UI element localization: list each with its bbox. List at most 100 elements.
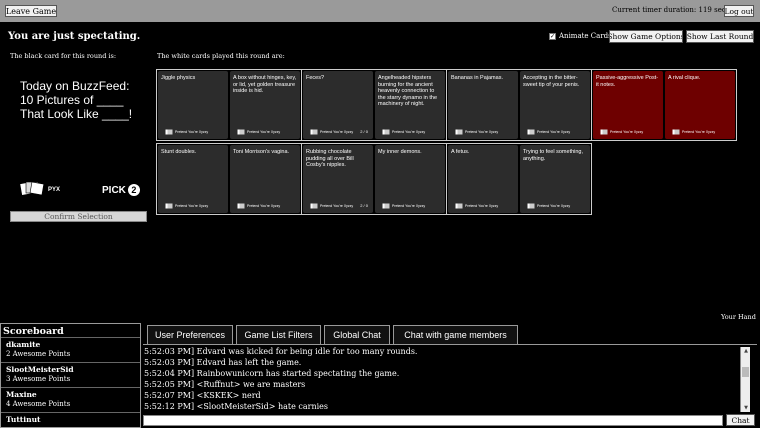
pyx-cards-icon — [310, 203, 318, 209]
black-card-line: 10 Pictures of ____ — [20, 93, 124, 107]
white-card-footer: Pretend You're Xyzzy — [527, 203, 570, 209]
chat-scrollbar[interactable]: ▲ ▼ — [740, 347, 750, 412]
black-card-label: The black card for this round is: — [10, 52, 117, 60]
tab-chat-with-game-members[interactable]: Chat with game members — [393, 325, 518, 345]
white-card-footer: Pretend You're Xyzzy — [455, 203, 498, 209]
white-card-footer: Pretend You're Xyzzy — [310, 129, 353, 135]
player-points: 3 Awesome Points — [6, 375, 71, 383]
logout-button[interactable]: Log out — [724, 5, 754, 17]
white-card-set[interactable]: Stunt doubles. Pretend You're Xyzzy Toni… — [156, 143, 302, 215]
pyx-cards-icon — [237, 203, 245, 209]
white-card-footer: Pretend You're Xyzzy — [527, 129, 570, 135]
tab-game-list-filters[interactable]: Game List Filters — [236, 325, 321, 345]
pyx-cards-icon — [237, 129, 245, 135]
white-card-brand: Pretend You're Xyzzy — [392, 204, 426, 208]
white-card-footer: Pretend You're Xyzzy — [310, 203, 353, 209]
white-card[interactable]: Passive-aggressive Post-it notes. Preten… — [593, 71, 663, 139]
chat-send-button[interactable]: Chat — [726, 414, 755, 426]
leave-game-button[interactable]: Leave Game — [5, 5, 57, 17]
show-game-options-button[interactable]: Show Game Options — [609, 30, 683, 43]
white-card-set[interactable]: A fetus. Pretend You're Xyzzy Trying to … — [446, 143, 592, 215]
white-card-meta: 2 / 0 — [360, 203, 368, 208]
white-card-brand: Pretend You're Xyzzy — [465, 130, 499, 134]
scoreboard-player: dkamite 2 Awesome Points — [1, 337, 140, 362]
chat-message: 5:52:12 PM] <SlootMeisterSid> hate carni… — [144, 402, 329, 411]
white-card-footer: Pretend You're Xyzzy — [382, 203, 425, 209]
white-card-footer: Pretend You're Xyzzy — [600, 129, 643, 135]
pyx-cards-icon — [672, 129, 680, 135]
chat-message: 5:52:03 PM] Edvard was kicked for being … — [144, 347, 418, 356]
show-last-round-button[interactable]: Show Last Round — [686, 30, 754, 43]
white-card-text: A rival clique. — [668, 75, 701, 81]
pyx-cards-icon — [527, 129, 535, 135]
animate-cards-toggle[interactable]: ✓ Animate Cards — [549, 31, 612, 41]
white-card[interactable]: Rubbing chocolate pudding all over Bill … — [303, 145, 373, 213]
white-card[interactable]: Jiggle physics Pretend You're Xyzzy — [158, 71, 228, 139]
pyx-cards-icon — [20, 181, 45, 196]
tab-user-preferences[interactable]: User Preferences — [147, 325, 233, 345]
pick-count: 2 — [127, 184, 140, 196]
white-card-footer: Pretend You're Xyzzy — [237, 203, 280, 209]
white-card-meta: 2 / 0 — [360, 129, 368, 134]
white-card[interactable]: Bananas in Pajamas. Pretend You're Xyzzy — [448, 71, 518, 139]
white-card-brand: Pretend You're Xyzzy — [682, 130, 716, 134]
white-card[interactable]: A rival clique. Pretend You're Xyzzy — [665, 71, 735, 139]
pyx-cards-icon — [382, 129, 390, 135]
white-card-text: My inner demons. — [378, 149, 422, 155]
pyx-cards-icon — [165, 203, 173, 209]
animate-cards-checkbox[interactable]: ✓ — [549, 32, 556, 40]
pyx-cards-icon — [455, 129, 463, 135]
tab-bar: User Preferences Game List Filters Globa… — [143, 323, 757, 345]
white-card-text: A box without hinges, key, or lid, yet g… — [233, 75, 297, 94]
spectating-status: You are just spectating. — [8, 31, 141, 42]
white-card[interactable]: A fetus. Pretend You're Xyzzy — [448, 145, 518, 213]
scroll-down-icon[interactable]: ▼ — [741, 404, 751, 412]
top-bar: Leave Game Current timer duration: 119 s… — [0, 0, 760, 22]
white-card[interactable]: Angelheaded hipsters burning for the anc… — [375, 71, 445, 139]
confirm-selection-button[interactable]: Confirm Selection — [10, 211, 147, 222]
your-hand-label: Your Hand — [721, 313, 756, 321]
white-card-text: Passive-aggressive Post-it notes. — [596, 75, 659, 88]
white-card-brand: Pretend You're Xyzzy — [320, 204, 354, 208]
white-card-text: Trying to feel something, anything. — [523, 149, 584, 162]
white-card[interactable]: Toni Morrison's vagina. Pretend You're X… — [230, 145, 300, 213]
pyx-cards-icon — [527, 203, 535, 209]
white-card-text: Accepting in the bitter-sweet tip of you… — [523, 75, 580, 88]
white-card-brand: Pretend You're Xyzzy — [175, 130, 209, 134]
white-card-text: Angelheaded hipsters burning for the anc… — [378, 75, 438, 107]
white-card-set[interactable]: Bananas in Pajamas. Pretend You're Xyzzy… — [446, 69, 592, 141]
white-card-brand: Pretend You're Xyzzy — [537, 204, 571, 208]
white-card-text: Rubbing chocolate pudding all over Bill … — [306, 149, 354, 168]
white-card-set[interactable]: Jiggle physics Pretend You're Xyzzy A bo… — [156, 69, 302, 141]
white-cards-label: The white cards played this round are: — [157, 52, 285, 60]
black-card: Today on BuzzFeed: 10 Pictures of ____ T… — [10, 68, 147, 206]
white-card-brand: Pretend You're Xyzzy — [247, 204, 281, 208]
white-card[interactable]: A box without hinges, key, or lid, yet g… — [230, 71, 300, 139]
player-name: Tuttinut — [6, 415, 41, 424]
white-card-footer: Pretend You're Xyzzy — [165, 129, 208, 135]
chat-input[interactable] — [143, 415, 723, 426]
scoreboard-player: SlootMeisterSid 3 Awesome Points — [1, 362, 140, 387]
scroll-thumb[interactable] — [742, 367, 749, 377]
white-card-footer: Pretend You're Xyzzy — [672, 129, 715, 135]
white-card-set[interactable]: Rubbing chocolate pudding all over Bill … — [301, 143, 447, 215]
pick-label: PICK — [102, 184, 126, 196]
chat-message: 5:52:03 PM] Edvard has left the game. — [144, 358, 302, 367]
chat-message: 5:52:05 PM] <Ruffnut> we are masters — [144, 380, 306, 389]
pyx-logo-text: PYX — [48, 187, 61, 193]
tab-global-chat[interactable]: Global Chat — [324, 325, 390, 345]
player-name: Maxine — [6, 390, 37, 399]
scroll-up-icon[interactable]: ▲ — [741, 347, 751, 355]
white-card[interactable]: Stunt doubles. Pretend You're Xyzzy — [158, 145, 228, 213]
white-card-text: Toni Morrison's vagina. — [233, 149, 290, 155]
pyx-cards-icon — [165, 129, 173, 135]
player-name: SlootMeisterSid — [6, 365, 74, 374]
white-card[interactable]: Feces? Pretend You're Xyzzy 2 / 0 — [303, 71, 373, 139]
white-card[interactable]: My inner demons. Pretend You're Xyzzy — [375, 145, 445, 213]
player-points: 2 Awesome Points — [6, 350, 71, 358]
white-card[interactable]: Trying to feel something, anything. Pret… — [520, 145, 590, 213]
white-card-text: A fetus. — [451, 149, 470, 155]
white-card-set-selected[interactable]: Passive-aggressive Post-it notes. Preten… — [591, 69, 737, 141]
white-card-set[interactable]: Feces? Pretend You're Xyzzy 2 / 0 Angelh… — [301, 69, 447, 141]
white-card[interactable]: Accepting in the bitter-sweet tip of you… — [520, 71, 590, 139]
